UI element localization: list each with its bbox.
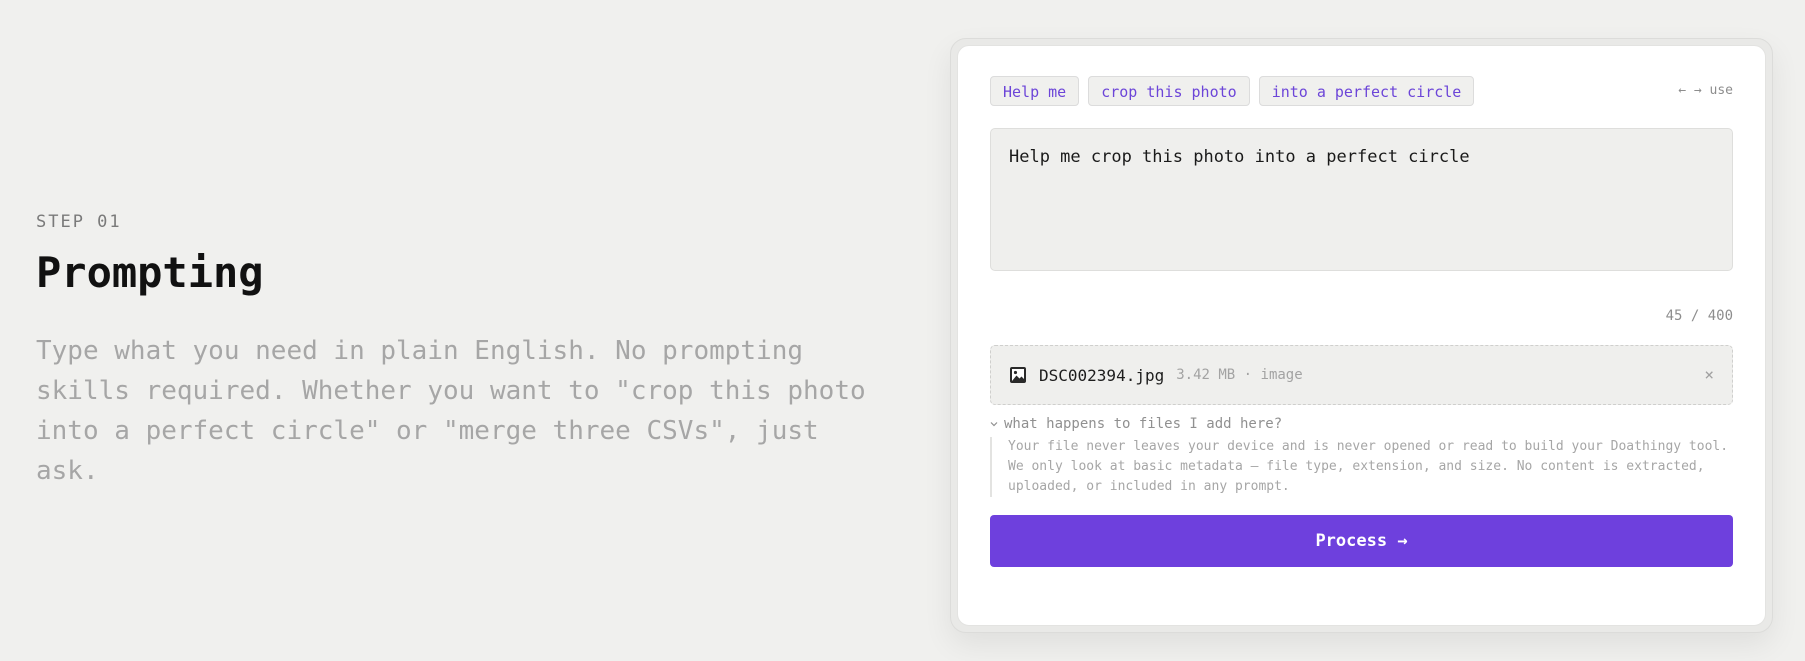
- prompt-chips: Help me crop this photo into a perfect c…: [990, 76, 1475, 106]
- prompt-card-frame: Help me crop this photo into a perfect c…: [950, 38, 1773, 633]
- section-description: Type what you need in plain English. No …: [36, 336, 866, 487]
- chip-into-a-perfect-circle[interactable]: into a perfect circle: [1258, 76, 1475, 106]
- chip-help-me[interactable]: Help me: [990, 76, 1080, 106]
- char-counter: 45 / 400: [1665, 308, 1733, 324]
- keyboard-hint: ← → use: [1678, 83, 1733, 98]
- remove-file-icon[interactable]: ×: [1704, 367, 1714, 383]
- section-title: Prompting: [36, 248, 264, 297]
- step-label: STEP 01: [36, 212, 122, 232]
- process-button[interactable]: Process →: [990, 515, 1733, 567]
- file-name: DSC002394.jpg: [1039, 365, 1165, 385]
- files-info-label: what happens to files I add here?: [1004, 416, 1283, 432]
- image-file-icon: [1009, 366, 1027, 384]
- files-info-toggle[interactable]: what happens to files I add here?: [990, 416, 1282, 432]
- prompt-textarea[interactable]: Help me crop this photo into a perfect c…: [990, 128, 1733, 271]
- attached-file: DSC002394.jpg 3.42 MB · image ×: [990, 345, 1733, 405]
- prompt-card: Help me crop this photo into a perfect c…: [957, 45, 1766, 626]
- file-meta: 3.42 MB · image: [1176, 367, 1303, 383]
- chip-crop-this-photo[interactable]: crop this photo: [1088, 76, 1250, 106]
- privacy-note: Your file never leaves your device and i…: [990, 437, 1733, 497]
- step-section: STEP 01 Prompting Type what you need in …: [36, 212, 896, 491]
- chevron-down-icon: [990, 417, 998, 431]
